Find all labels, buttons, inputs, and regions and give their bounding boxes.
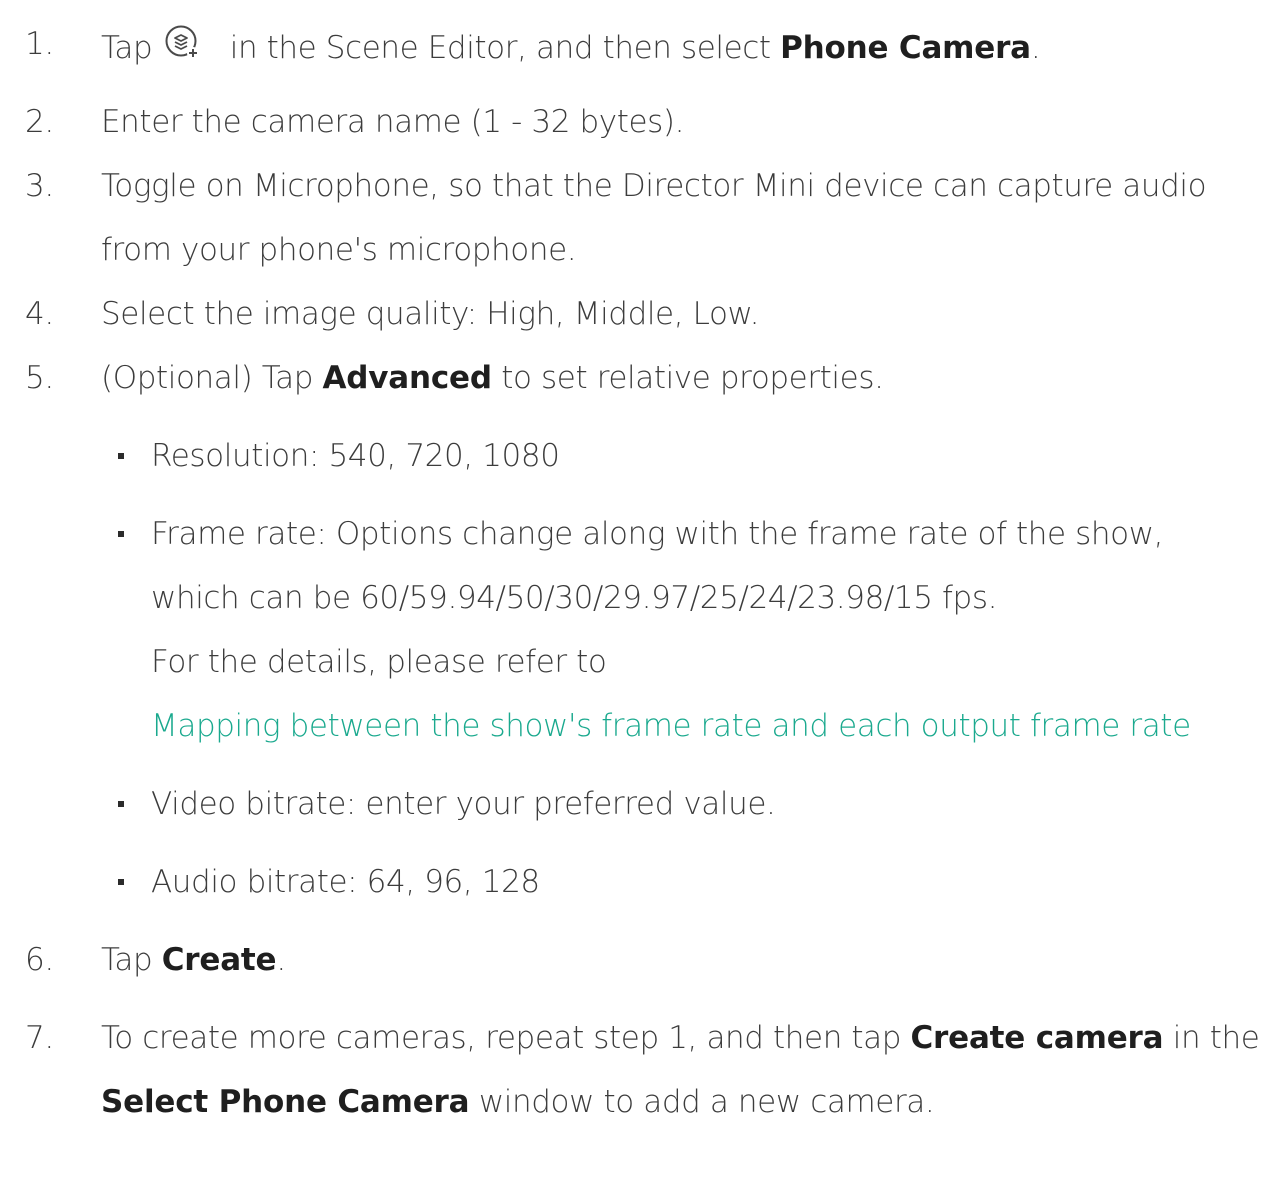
step-number: 5. bbox=[25, 360, 54, 396]
step-text: Select the image quality: High, Middle, … bbox=[101, 296, 760, 332]
bullet-icon bbox=[118, 453, 124, 459]
step-number: 3. bbox=[25, 168, 54, 204]
step-text: Tap Create. bbox=[101, 942, 286, 978]
framerate-link-line: Mapping between the show's frame rate an… bbox=[0, 706, 1275, 746]
bullet-text: Video bitrate: enter your preferred valu… bbox=[151, 786, 776, 822]
step-3: 3. Toggle on Microphone, so that the Dir… bbox=[0, 166, 1275, 206]
advanced-item-framerate: Frame rate: Options change along with th… bbox=[0, 514, 1275, 554]
advanced-item-resolution: Resolution: 540, 720, 1080 bbox=[0, 436, 1275, 476]
step-number: 6. bbox=[25, 942, 54, 978]
bullet-icon bbox=[118, 801, 124, 807]
framerate-mapping-link[interactable]: Mapping between the show's frame rate an… bbox=[151, 706, 1191, 746]
bullet-icon bbox=[118, 531, 124, 537]
step-5: 5. (Optional) Tap Advanced to set relati… bbox=[0, 358, 1275, 398]
advanced-item-audio-bitrate: Audio bitrate: 64, 96, 128 bbox=[0, 862, 1275, 902]
step-number: 1. bbox=[25, 26, 54, 62]
step-text: (Optional) Tap Advanced to set relative … bbox=[101, 360, 884, 396]
step-1: 1. Tap in the Scene Editor, and then sel… bbox=[0, 24, 1275, 66]
framerate-line-2: which can be 60/59.94/50/30/29.97/25/24/… bbox=[0, 578, 1275, 618]
create-camera-label: Create camera bbox=[910, 1020, 1164, 1056]
step-number: 4. bbox=[25, 296, 54, 332]
bullet-text-line-1: Frame rate: Options change along with th… bbox=[151, 516, 1164, 552]
select-phone-camera-label: Select Phone Camera bbox=[101, 1084, 470, 1120]
step-number: 2. bbox=[25, 104, 54, 140]
bullet-text-line-3: For the details, please refer to bbox=[151, 644, 607, 680]
step-text-line-1: Toggle on Microphone, so that the Direct… bbox=[101, 168, 1207, 204]
bullet-text-line-2: which can be 60/59.94/50/30/29.97/25/24/… bbox=[151, 580, 998, 616]
step-4: 4. Select the image quality: High, Middl… bbox=[0, 294, 1275, 334]
step-text: Tap in the Scene Editor, and then select… bbox=[101, 24, 1041, 68]
step-3-continued: from your phone's microphone. bbox=[0, 230, 1275, 270]
advanced-item-video-bitrate: Video bitrate: enter your preferred valu… bbox=[0, 784, 1275, 824]
bullet-text: Resolution: 540, 720, 1080 bbox=[151, 438, 560, 474]
step-text-line-2: Select Phone Camera window to add a new … bbox=[101, 1084, 935, 1120]
bullet-text: Audio bitrate: 64, 96, 128 bbox=[151, 864, 540, 900]
advanced-label: Advanced bbox=[322, 360, 492, 396]
instruction-document: 1. Tap in the Scene Editor, and then sel… bbox=[0, 0, 1275, 1177]
step-text-line-1: To create more cameras, repeat step 1, a… bbox=[101, 1020, 1260, 1056]
step-7: 7. To create more cameras, repeat step 1… bbox=[0, 1018, 1275, 1058]
create-label: Create bbox=[161, 942, 277, 978]
step-6: 6. Tap Create. bbox=[0, 940, 1275, 980]
framerate-line-3: For the details, please refer to bbox=[0, 642, 1275, 682]
step-7-continued: Select Phone Camera window to add a new … bbox=[0, 1082, 1275, 1122]
step-number: 7. bbox=[25, 1020, 54, 1056]
step-text-line-2: from your phone's microphone. bbox=[101, 232, 577, 268]
phone-camera-label: Phone Camera bbox=[780, 30, 1031, 66]
bullet-icon bbox=[118, 879, 124, 885]
step-2: 2. Enter the camera name (1 - 32 bytes). bbox=[0, 102, 1275, 142]
step-text: Enter the camera name (1 - 32 bytes). bbox=[101, 104, 685, 140]
add-scene-layer-icon bbox=[162, 24, 202, 64]
